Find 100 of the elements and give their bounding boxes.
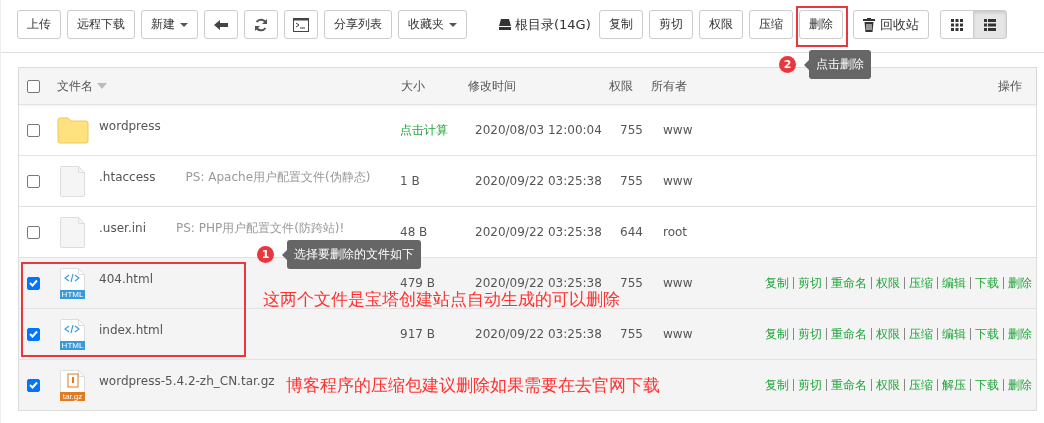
action-link[interactable]: 权限 [876,325,900,343]
action-link[interactable]: 删除 [1008,325,1032,343]
column-header[interactable]: 文件名 [57,77,93,95]
terminal-button[interactable] [284,10,318,39]
dropdown-button[interactable]: 收藏夹 [398,10,467,39]
action-link[interactable]: 复制 [765,274,789,292]
file-size: 48 B [400,225,429,239]
disk-icon [499,19,511,30]
action-link[interactable]: 剪切 [798,376,822,394]
file-name[interactable]: .htaccess [99,170,156,184]
permission: 755 [620,174,644,188]
toolbar-button[interactable]: 权限 [698,10,743,39]
action-link[interactable]: 重命名 [831,376,867,394]
action-link[interactable]: 压缩 [909,376,933,394]
toolbar-button[interactable]: 删除 [798,10,843,39]
grid-view-button[interactable] [939,10,974,39]
list-view-icon [983,18,996,31]
file-name[interactable]: index.html [99,323,163,337]
action-link[interactable]: 删除 [1008,274,1032,292]
terminal-icon [293,17,309,32]
action-link[interactable]: 下载 [975,376,999,394]
action-link[interactable]: 压缩 [909,325,933,343]
file-name[interactable]: .user.ini [99,221,146,235]
file-size: 479 B [400,276,436,290]
column-header: 权限 [609,77,633,95]
calculate-size-link[interactable]: 点击计算 [400,121,475,139]
back-button[interactable] [204,10,238,39]
file-size: 1 B [400,174,421,188]
checkbox[interactable] [27,378,40,392]
refresh-button[interactable] [244,10,278,39]
modified-time: 2020/09/22 03:25:38 [475,225,603,239]
caret-icon [449,22,457,27]
permission: 755 [620,327,644,341]
owner: www [663,276,694,290]
action-link[interactable]: 权限 [876,376,900,394]
column-header: 所有者 [651,77,687,95]
checkbox[interactable] [27,79,40,93]
toolbar-button[interactable]: 复制 [598,10,643,39]
action-link[interactable]: 剪切 [798,325,822,343]
owner: root [663,225,689,239]
action-link[interactable]: 压缩 [909,274,933,292]
modified-time: 2020/09/22 03:25:38 [475,174,603,188]
action-link[interactable]: 复制 [765,376,789,394]
permission: 755 [620,276,644,290]
toolbar-button[interactable]: 上传 [17,10,61,39]
modified-time: 2020/09/22 03:25:38 [475,276,603,290]
action-link[interactable]: 权限 [876,274,900,292]
column-header: 修改时间 [468,77,516,95]
action-link[interactable]: 重命名 [831,325,867,343]
action-link[interactable]: 复制 [765,325,789,343]
modified-time: 2020/08/03 12:00:04 [475,123,603,137]
file-size: 917 B [400,327,436,341]
owner: www [663,327,694,341]
permission: 644 [620,225,644,239]
file-name[interactable]: wordpress-5.4.2-zh_CN.tar.gz [99,374,275,388]
sort-caret-icon [97,83,107,89]
action-link[interactable]: 下载 [975,325,999,343]
column-header: 大小 [401,77,425,95]
toolbar-button[interactable]: 远程下载 [67,10,135,39]
caret-icon [180,22,188,27]
annotation-text: 博客程序的压缩包建议删除如果需要在去官网下载 [286,374,660,397]
archive-file-icon: tar.gz [60,369,86,401]
checkbox[interactable] [27,276,40,290]
column-header: 操作 [998,77,1022,95]
action-link[interactable]: 剪切 [798,274,822,292]
file-note: PS: PHP用户配置文件(防跨站)! [176,219,345,237]
owner: www [663,174,694,188]
toolbar-button[interactable]: 剪切 [648,10,693,39]
modified-time: 2020/09/22 03:25:38 [475,327,603,341]
html-file-icon: HTML [60,267,86,299]
step-number-badge: 2 [779,56,796,73]
action-link[interactable]: 编辑 [942,325,966,343]
recycle-bin-button[interactable]: 回收站 [852,10,929,39]
checkbox[interactable] [27,174,40,188]
action-link[interactable]: 编辑 [942,274,966,292]
step-number-badge: 1 [257,246,274,263]
file-name[interactable]: wordpress [99,119,161,133]
back-arrow-icon [214,18,228,31]
folder-icon [57,116,89,144]
toolbar-button[interactable]: 压缩 [748,10,793,39]
tooltip: 点击删除 [809,50,871,79]
annotation-text: 这两个文件是宝塔创建站点自动生成的可以删除 [263,289,620,311]
file-icon [60,165,86,197]
toolbar-button[interactable]: 分享列表 [324,10,392,39]
list-view-button[interactable] [972,10,1007,39]
dropdown-button[interactable]: 新建 [141,10,198,39]
refresh-icon [254,17,268,32]
checkbox[interactable] [27,327,40,341]
action-link[interactable]: 删除 [1008,376,1032,394]
file-name[interactable]: 404.html [99,272,154,286]
checkbox[interactable] [27,225,40,239]
action-link[interactable]: 解压 [942,376,966,394]
grid-view-icon [950,18,963,31]
trash-icon [862,17,875,32]
html-file-icon: HTML [60,318,86,350]
checkbox[interactable] [27,123,40,137]
action-link[interactable]: 重命名 [831,274,867,292]
action-link[interactable]: 下载 [975,274,999,292]
permission: 755 [620,123,644,137]
disk-label[interactable]: 根目录(14G) [515,15,591,34]
